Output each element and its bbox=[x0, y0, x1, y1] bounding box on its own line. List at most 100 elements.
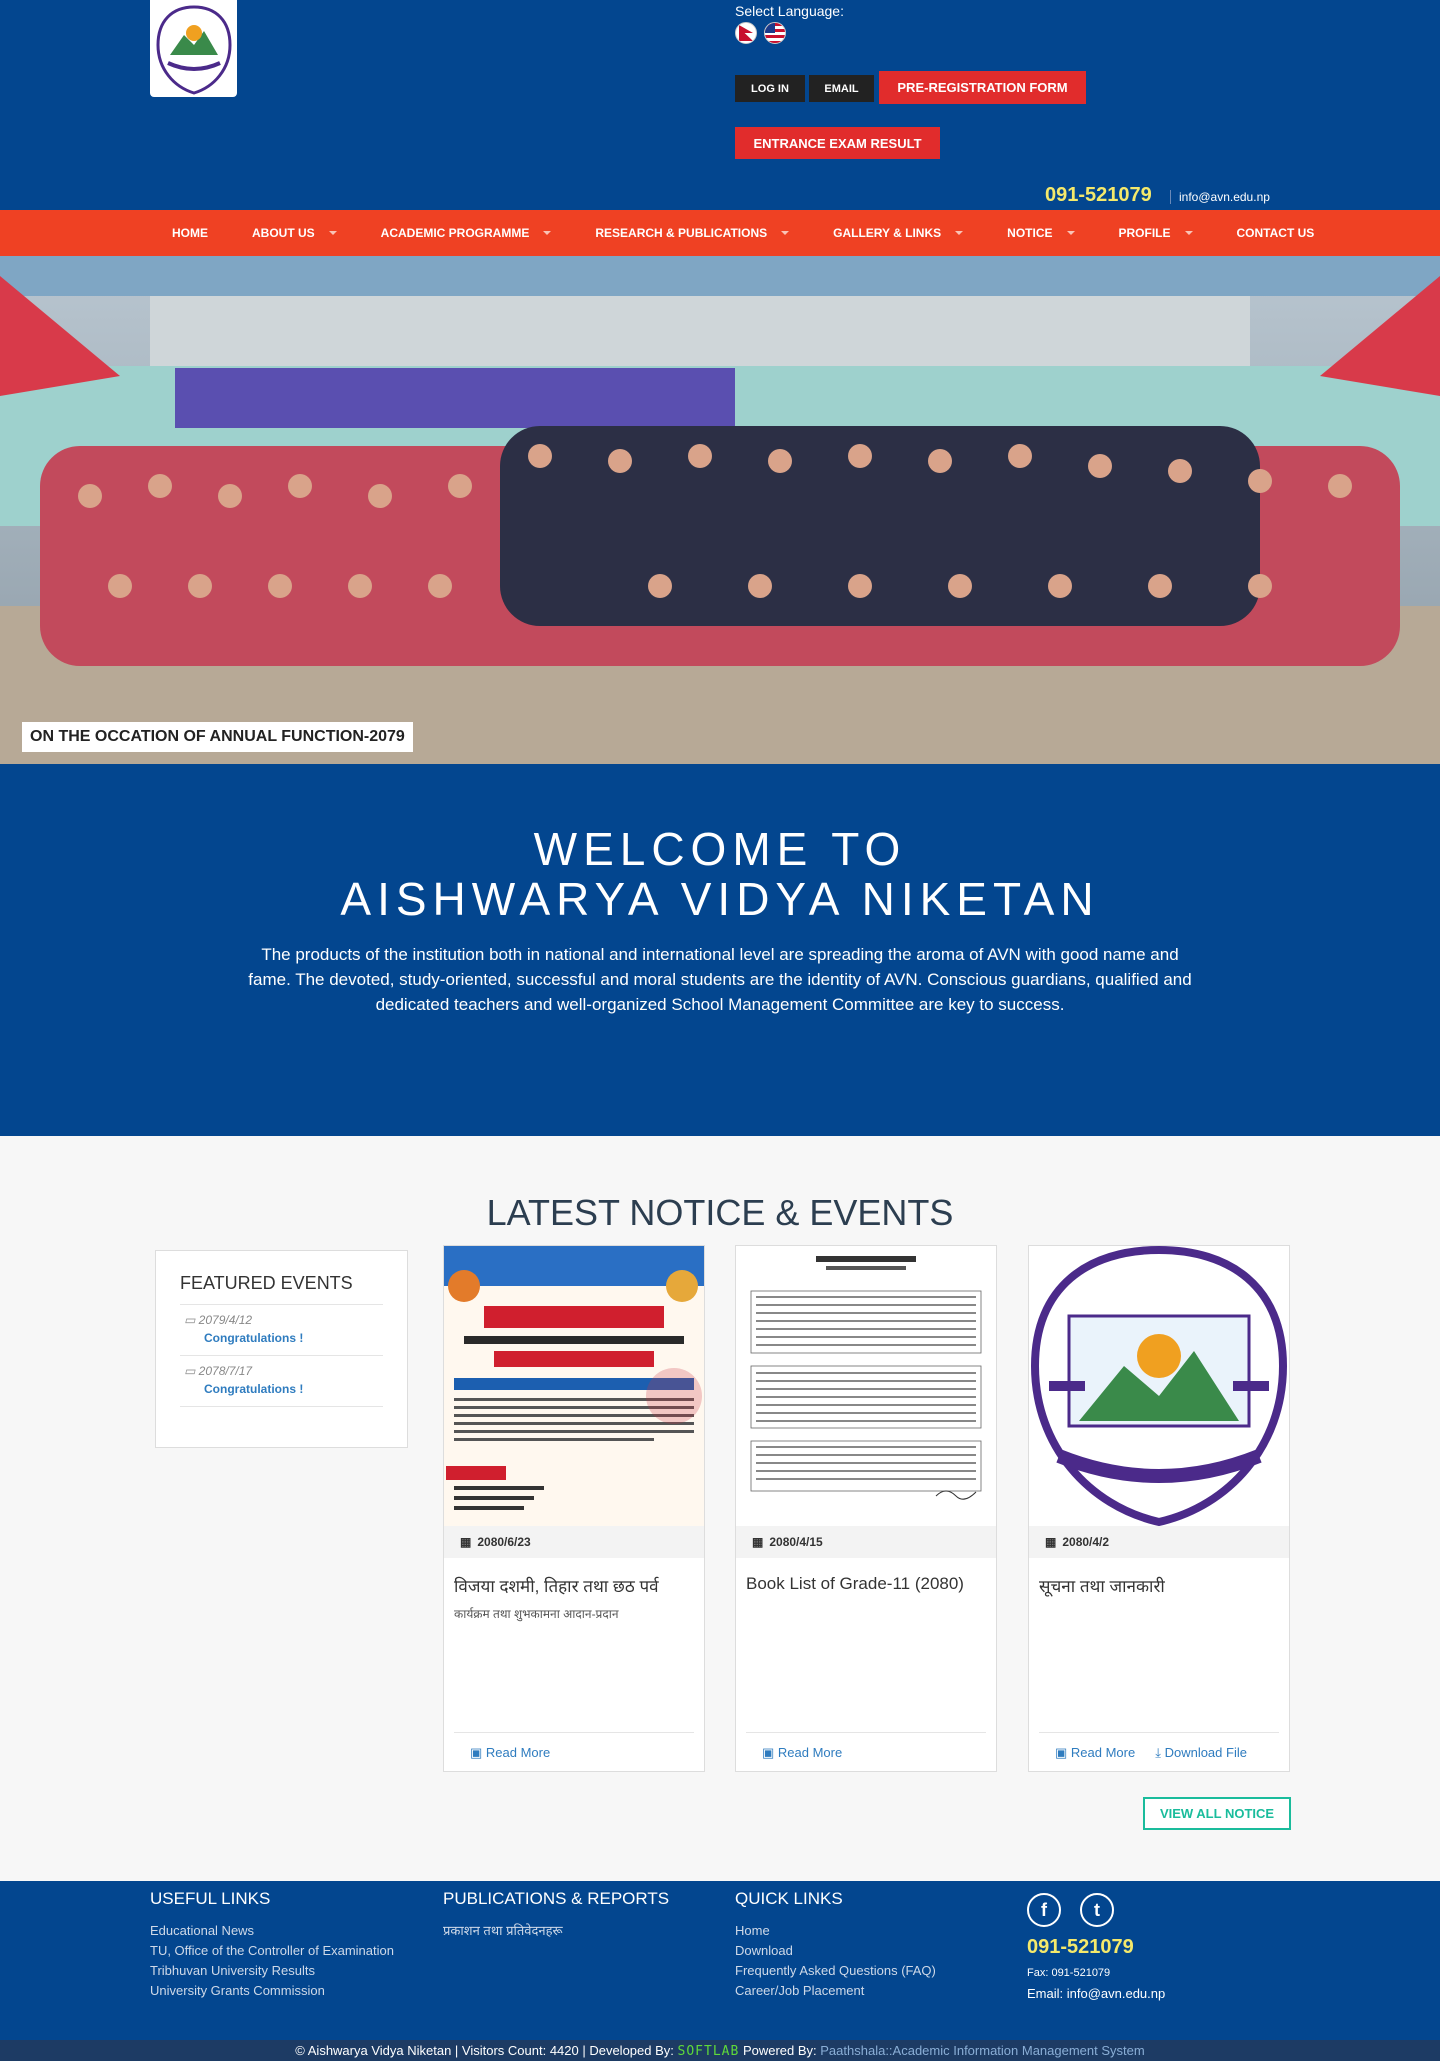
footer-link[interactable]: प्रकाशन तथा प्रतिवेदनहरू bbox=[443, 1921, 703, 1941]
bottom-bar: © Aishwarya Vidya Niketan | Visitors Cou… bbox=[0, 2040, 1440, 2061]
read-more-link[interactable]: ▣ Read More bbox=[1055, 1745, 1135, 1761]
notice-card-footer: ▣ Read More bbox=[746, 1732, 986, 1761]
nav-contact[interactable]: CONTACT US bbox=[1215, 210, 1337, 256]
nav-label: GALLERY & LINKS bbox=[833, 226, 942, 240]
language-label: Select Language: bbox=[735, 3, 844, 19]
nav-academic[interactable]: ACADEMIC PROGRAMME bbox=[359, 210, 574, 256]
notice-card-footer: ▣ Read More bbox=[454, 1732, 694, 1761]
main-nav: HOME ABOUT US ACADEMIC PROGRAMME RESEARC… bbox=[0, 210, 1440, 256]
login-button[interactable]: LOG IN bbox=[735, 75, 805, 102]
caret-down-icon bbox=[543, 231, 552, 235]
entrance-exam-result-button[interactable]: ENTRANCE EXAM RESULT bbox=[735, 127, 940, 159]
event-date-text: 2078/7/17 bbox=[198, 1364, 253, 1378]
footer-email[interactable]: Email: info@avn.edu.np bbox=[1027, 1986, 1165, 2001]
site-footer: USEFUL LINKS Educational News TU, Office… bbox=[0, 1881, 1440, 2040]
softlab-logo[interactable]: SOFTLAB bbox=[678, 2044, 740, 2059]
view-all-notice-button[interactable]: VIEW ALL NOTICE bbox=[1143, 1797, 1291, 1830]
powered-by-text: Powered By: bbox=[742, 2043, 817, 2058]
us-flag-icon[interactable] bbox=[764, 22, 786, 44]
nav-about[interactable]: ABOUT US bbox=[230, 210, 359, 256]
email-button[interactable]: EMAIL bbox=[809, 75, 874, 102]
header-email[interactable]: info@avn.edu.np bbox=[1170, 190, 1270, 204]
notice-section-title: LATEST NOTICE & EVENTS bbox=[486, 1192, 954, 1233]
site-header: Select Language: LOG IN EMAIL PRE-REGIST… bbox=[0, 0, 1440, 210]
footer-link[interactable]: Home bbox=[735, 1921, 995, 1941]
useful-links-column: USEFUL LINKS Educational News TU, Office… bbox=[150, 1889, 400, 2001]
nav-label: RESEARCH & PUBLICATIONS bbox=[595, 226, 768, 240]
featured-events-panel: FEATURED EVENTS ▭ 2079/4/12 Congratulati… bbox=[155, 1250, 408, 1448]
calendar-icon: ▦ bbox=[460, 1535, 472, 1549]
welcome-line1: WELCOME TO bbox=[533, 823, 907, 875]
footer-link[interactable]: University Grants Commission bbox=[150, 1981, 400, 2001]
nepali-flag-icon[interactable] bbox=[735, 22, 757, 44]
nav-label: NOTICE bbox=[1007, 226, 1053, 240]
welcome-section: WELCOME TO AISHWARYA VIDYA NIKETAN The p… bbox=[0, 764, 1440, 1136]
notice-card: ▦ 2080/6/23 विजया दशमी, तिहार तथा छठ पर्व… bbox=[443, 1245, 705, 1772]
notice-card-subtitle: कार्यक्रम तथा शुभकामना आदान-प्रदान bbox=[454, 1607, 619, 1621]
footer-link[interactable]: Educational News bbox=[150, 1921, 400, 1941]
hero-slider[interactable] bbox=[0, 256, 1440, 764]
featured-event-item[interactable]: ▭ 2078/7/17 Congratulations ! bbox=[180, 1356, 383, 1407]
notice-card-image[interactable] bbox=[736, 1246, 996, 1526]
notice-card-title[interactable]: विजया दशमी, तिहार तथा छठ पर्व bbox=[444, 1558, 704, 1597]
nav-notice[interactable]: NOTICE bbox=[985, 210, 1096, 256]
pre-registration-button[interactable]: PRE-REGISTRATION FORM bbox=[879, 71, 1086, 104]
footer-link[interactable]: Tribhuvan University Results bbox=[150, 1961, 400, 1981]
hero-caption: ON THE OCCATION OF ANNUAL FUNCTION-2079 bbox=[22, 722, 413, 752]
notice-card-image[interactable] bbox=[444, 1246, 704, 1526]
notice-card-image[interactable] bbox=[1029, 1246, 1289, 1526]
notice-card-date: ▦ 2080/6/23 bbox=[444, 1526, 704, 1558]
caret-down-icon bbox=[955, 231, 964, 235]
footer-phone: 091-521079 bbox=[1027, 1936, 1134, 1958]
nav-research[interactable]: RESEARCH & PUBLICATIONS bbox=[573, 210, 811, 256]
facebook-icon[interactable]: f bbox=[1027, 1893, 1061, 1927]
calendar-icon: ▦ bbox=[752, 1535, 764, 1549]
book-icon: ▣ bbox=[1055, 1745, 1071, 1760]
read-more-link[interactable]: ▣ Read More bbox=[762, 1745, 842, 1761]
read-more-link[interactable]: ▣ Read More bbox=[470, 1745, 550, 1761]
footer-link[interactable]: Frequently Asked Questions (FAQ) bbox=[735, 1961, 995, 1981]
publications-column: PUBLICATIONS & REPORTS प्रकाशन तथा प्रति… bbox=[443, 1889, 703, 1941]
nav-label: ACADEMIC PROGRAMME bbox=[380, 226, 530, 240]
welcome-heading: WELCOME TO AISHWARYA VIDYA NIKETAN bbox=[0, 824, 1440, 924]
notice-card-footer: ▣ Read More ⤓ Download File bbox=[1039, 1732, 1279, 1761]
notice-date-text: 2080/4/2 bbox=[1062, 1535, 1110, 1549]
header-phone: 091-521079 bbox=[1045, 184, 1152, 206]
pathshala-link[interactable]: Paathshala::Academic Information Managem… bbox=[820, 2043, 1144, 2058]
school-logo[interactable] bbox=[150, 0, 237, 97]
featured-event-item[interactable]: ▭ 2079/4/12 Congratulations ! bbox=[180, 1305, 383, 1356]
footer-link[interactable]: TU, Office of the Controller of Examinat… bbox=[150, 1941, 400, 1961]
nav-gallery[interactable]: GALLERY & LINKS bbox=[811, 210, 985, 256]
footer-link[interactable]: Download bbox=[735, 1941, 995, 1961]
twitter-icon[interactable]: t bbox=[1080, 1893, 1114, 1927]
caret-down-icon bbox=[1066, 231, 1075, 235]
nav-label: ABOUT US bbox=[252, 226, 315, 240]
nav-label: PROFILE bbox=[1118, 226, 1171, 240]
notice-card-date: ▦ 2080/4/2 bbox=[1029, 1526, 1289, 1558]
download-file-link[interactable]: ⤓ Download File bbox=[1155, 1745, 1247, 1761]
copyright-text: © Aishwarya Vidya Niketan | Visitors Cou… bbox=[295, 2043, 674, 2058]
welcome-line2: AISHWARYA VIDYA NIKETAN bbox=[340, 873, 1100, 925]
publications-title: PUBLICATIONS & REPORTS bbox=[443, 1889, 670, 1908]
read-more-label: Read More bbox=[485, 1745, 551, 1760]
notice-date-text: 2080/6/23 bbox=[477, 1535, 531, 1549]
event-date-text: 2079/4/12 bbox=[198, 1313, 253, 1327]
book-icon: ▣ bbox=[470, 1745, 486, 1760]
nav-profile[interactable]: PROFILE bbox=[1097, 210, 1215, 256]
event-title[interactable]: Congratulations ! bbox=[180, 1382, 383, 1396]
nav-home[interactable]: HOME bbox=[150, 210, 230, 256]
calendar-icon: ▦ bbox=[1045, 1535, 1057, 1549]
notice-card: ▦ 2080/4/2 सूचना तथा जानकारी ▣ Read More … bbox=[1028, 1245, 1290, 1772]
footer-link[interactable]: Career/Job Placement bbox=[735, 1981, 995, 2001]
event-title[interactable]: Congratulations ! bbox=[180, 1331, 383, 1345]
book-icon: ▣ bbox=[762, 1745, 778, 1760]
caret-down-icon bbox=[781, 231, 790, 235]
notice-card-title[interactable]: सूचना तथा जानकारी bbox=[1029, 1558, 1289, 1597]
notice-card-date: ▦ 2080/4/15 bbox=[736, 1526, 996, 1558]
download-label: Download File bbox=[1164, 1745, 1247, 1760]
notice-card-title[interactable]: Book List of Grade-11 (2080) bbox=[736, 1558, 996, 1594]
event-date: ▭ 2079/4/12 bbox=[180, 1313, 383, 1327]
calendar-icon: ▭ bbox=[184, 1313, 199, 1327]
event-date: ▭ 2078/7/17 bbox=[180, 1364, 383, 1378]
hero-photo bbox=[0, 256, 1440, 764]
